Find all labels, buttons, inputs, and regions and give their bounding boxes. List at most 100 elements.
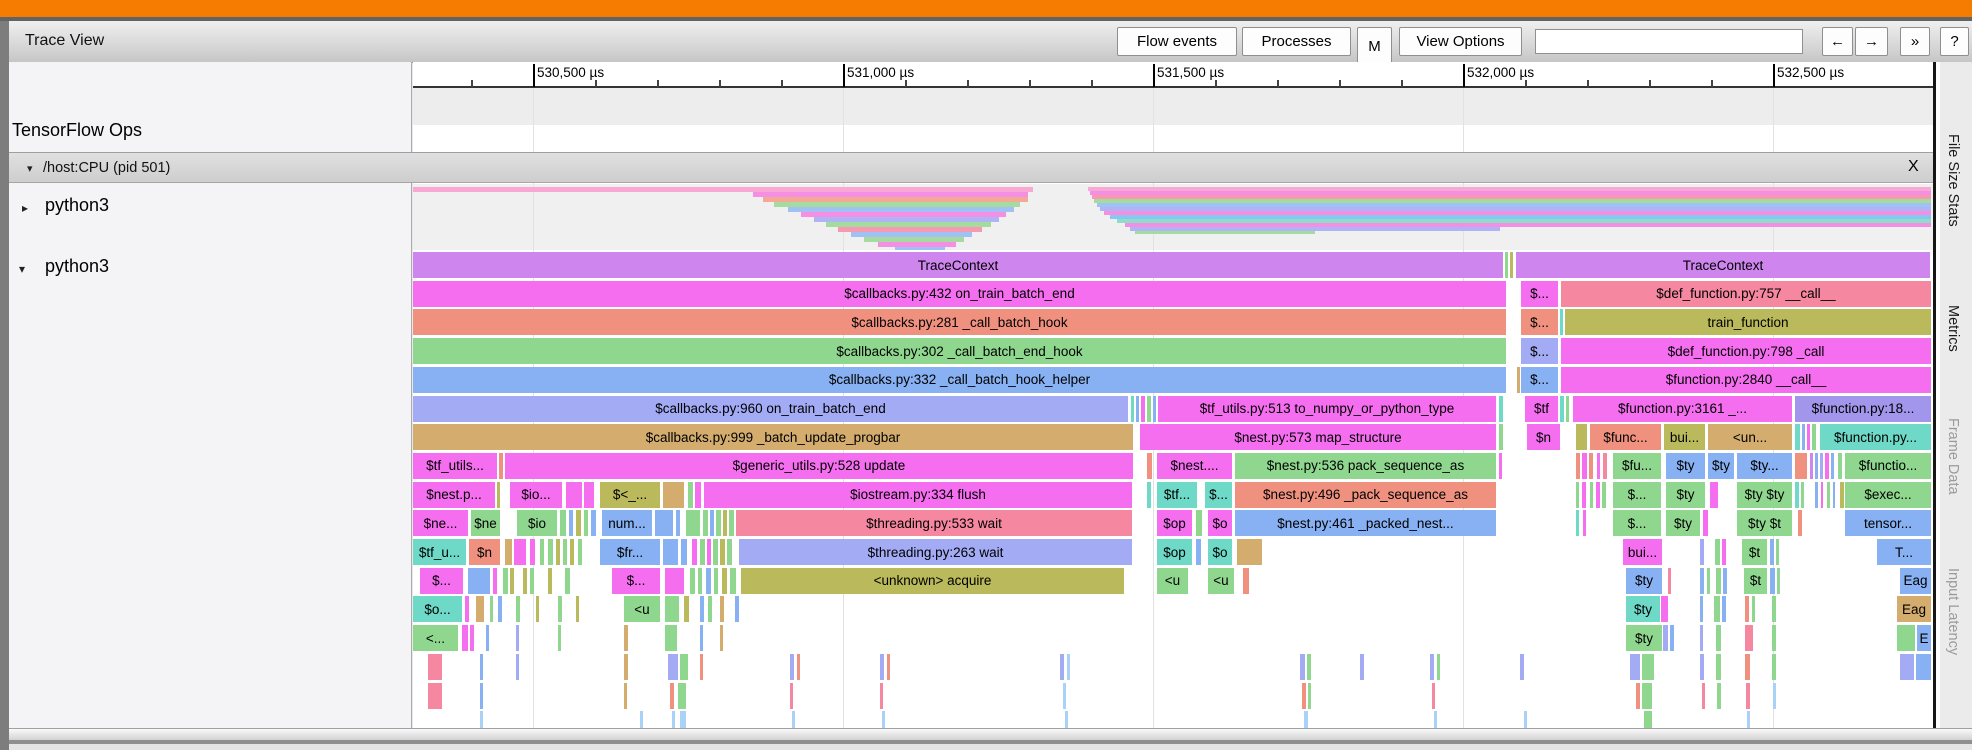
- flame-bar[interactable]: Eag: [1900, 567, 1931, 594]
- flame-bar[interactable]: <unknown> acquire: [741, 567, 1124, 594]
- flame-bar[interactable]: $ty: [1666, 510, 1700, 537]
- flame-bar[interactable]: [493, 567, 497, 594]
- host-header-band[interactable]: ▾ /host:CPU (pid 501) X: [9, 152, 1933, 183]
- m-button[interactable]: M: [1357, 27, 1392, 65]
- flame-bar[interactable]: [1773, 682, 1776, 709]
- flame-bar[interactable]: [1302, 682, 1306, 709]
- chevron-down-icon[interactable]: ▾: [27, 162, 33, 175]
- flame-bar[interactable]: $function.py:2840 __call__: [1561, 366, 1931, 393]
- flame-bar[interactable]: [1524, 711, 1527, 728]
- flame-bar[interactable]: [556, 539, 560, 565]
- flame-bar[interactable]: [676, 510, 680, 537]
- flame-bar[interactable]: [1243, 567, 1249, 594]
- flame-bar[interactable]: [1147, 395, 1151, 422]
- flame-bar[interactable]: [1897, 625, 1915, 652]
- flame-bar[interactable]: [584, 481, 594, 508]
- flame-bar[interactable]: $...: [420, 567, 463, 594]
- flame-bar[interactable]: [1716, 653, 1721, 680]
- flame-bar[interactable]: $ty: [1666, 481, 1705, 508]
- flame-bar[interactable]: $tf_utils...: [413, 452, 497, 479]
- flame-bar[interactable]: [530, 539, 535, 565]
- tab-metrics[interactable]: Metrics: [1945, 305, 1961, 352]
- flame-bar[interactable]: [558, 625, 561, 652]
- flame-bar[interactable]: [480, 653, 483, 680]
- flame-bar[interactable]: $function.py:3161 _...: [1573, 395, 1792, 422]
- flame-bar[interactable]: [680, 711, 686, 728]
- flame-bar[interactable]: [880, 682, 883, 709]
- flame-bar[interactable]: $threading.py:533 wait: [736, 510, 1132, 537]
- flame-bar[interactable]: $<_...: [600, 481, 660, 508]
- bottom-splitter[interactable]: [9, 728, 1972, 740]
- flame-bar[interactable]: [708, 596, 712, 623]
- flame-bar[interactable]: [1770, 567, 1775, 594]
- flame-bar[interactable]: [1776, 539, 1779, 565]
- flame-bar[interactable]: [1745, 596, 1749, 623]
- flame-bar[interactable]: [624, 625, 628, 652]
- flame-bar[interactable]: [714, 567, 718, 594]
- flame-bar[interactable]: [1815, 481, 1818, 508]
- flame-bar[interactable]: [1590, 481, 1593, 508]
- flame-bar[interactable]: [1710, 481, 1718, 508]
- flame-bar[interactable]: $...: [1613, 481, 1661, 508]
- flame-bar[interactable]: [1583, 510, 1586, 537]
- flame-bar[interactable]: $callbacks.py:960 on_train_batch_end: [413, 395, 1128, 422]
- flame-bar[interactable]: $o...: [413, 596, 462, 623]
- flame-bar[interactable]: [1827, 481, 1830, 508]
- flame-bar[interactable]: [1560, 309, 1563, 336]
- flame-bar[interactable]: [1520, 653, 1524, 680]
- flame-bar[interactable]: [698, 567, 702, 594]
- thread-row-python3-collapsed[interactable]: python3: [45, 195, 109, 216]
- flame-bar[interactable]: TraceContext: [1516, 252, 1930, 278]
- flame-bar[interactable]: [516, 625, 519, 652]
- flame-bar[interactable]: $iostream.py:334 flush: [704, 481, 1132, 508]
- flame-bar[interactable]: [624, 653, 628, 680]
- flame-bar[interactable]: $ne...: [413, 510, 468, 537]
- flame-bar[interactable]: $def_function.py:798 _call: [1561, 338, 1931, 365]
- flame-bar[interactable]: [1715, 539, 1720, 565]
- flame-bar[interactable]: $nest....: [1157, 452, 1232, 479]
- flame-bar[interactable]: [710, 510, 714, 537]
- flame-bar[interactable]: $n: [1527, 424, 1560, 451]
- flame-bar[interactable]: [1589, 452, 1593, 479]
- tab-input-latency[interactable]: Input Latency: [1945, 568, 1961, 655]
- flame-bar[interactable]: [1838, 452, 1842, 479]
- flame-bar[interactable]: [1745, 653, 1750, 680]
- flame-bar[interactable]: [1499, 395, 1503, 422]
- flame-bar[interactable]: [1716, 625, 1721, 652]
- flame-bar[interactable]: $tf...: [1157, 481, 1197, 508]
- flame-bar[interactable]: $o: [1208, 510, 1232, 537]
- flame-bar[interactable]: [1810, 452, 1813, 479]
- flame-bar[interactable]: [1831, 452, 1834, 479]
- flame-bar[interactable]: [1825, 452, 1829, 479]
- flame-bar[interactable]: [1063, 682, 1066, 709]
- thread-collapse-arrow-icon[interactable]: ▸: [22, 201, 28, 215]
- flame-bar[interactable]: [1700, 625, 1703, 652]
- flame-bar[interactable]: [1717, 682, 1721, 709]
- flame-bar[interactable]: [1596, 481, 1600, 508]
- flame-bar[interactable]: [1630, 653, 1640, 680]
- flame-bar[interactable]: [428, 682, 442, 709]
- flame-bar[interactable]: [1510, 252, 1513, 278]
- flame-bar[interactable]: [505, 539, 512, 565]
- flame-bar[interactable]: [1661, 596, 1668, 623]
- flame-bar[interactable]: [540, 539, 544, 565]
- flame-bar[interactable]: [1777, 567, 1780, 594]
- flame-bar[interactable]: $callbacks.py:432 on_train_batch_end: [413, 280, 1506, 307]
- flame-bar[interactable]: [792, 711, 795, 728]
- flame-bar[interactable]: [1432, 682, 1435, 709]
- flame-bar[interactable]: [1798, 510, 1802, 537]
- flame-bar[interactable]: [1576, 510, 1579, 537]
- flame-bar[interactable]: [686, 510, 700, 537]
- flame-bar[interactable]: [576, 596, 579, 623]
- flame-bar[interactable]: [665, 567, 684, 594]
- flame-bar[interactable]: [428, 653, 442, 680]
- flame-bar[interactable]: $ty: [1708, 452, 1734, 479]
- flame-bar[interactable]: train_function: [1565, 309, 1931, 336]
- flame-bar[interactable]: [578, 539, 582, 565]
- flame-bar[interactable]: [690, 567, 695, 594]
- flame-bar[interactable]: [700, 596, 704, 623]
- flame-bar[interactable]: [1900, 653, 1914, 680]
- tab-file-size-stats[interactable]: File Size Stats: [1945, 134, 1961, 227]
- flame-bar[interactable]: [486, 625, 489, 652]
- flame-bar[interactable]: [1795, 452, 1807, 479]
